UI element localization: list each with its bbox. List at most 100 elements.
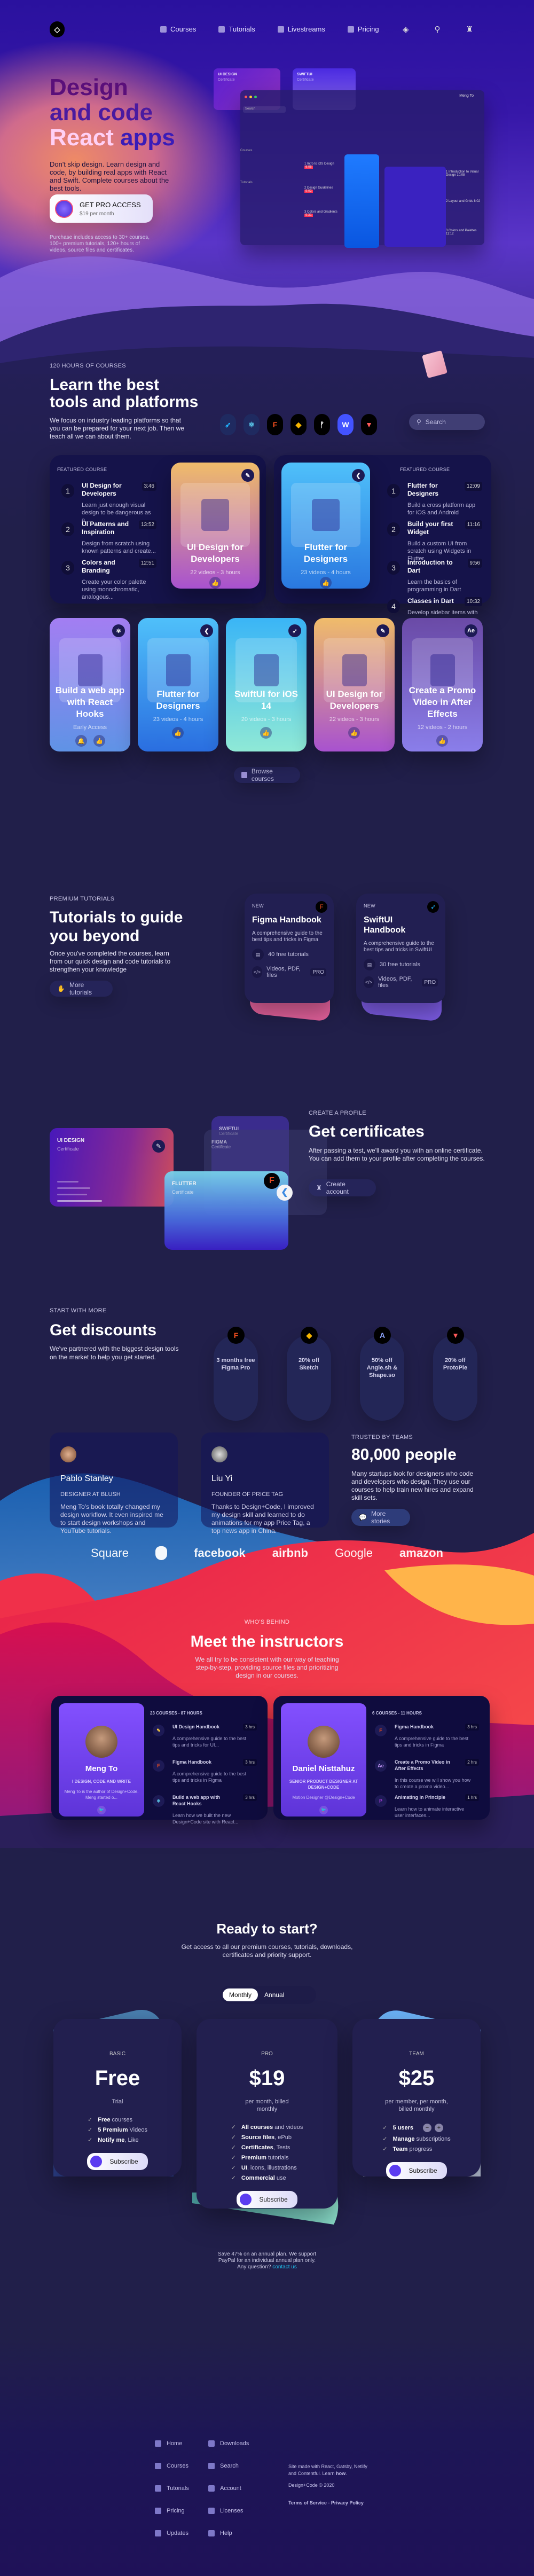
course-card[interactable]: ✎ UI Design for Developers 22 videos - 3 h…	[314, 618, 395, 751]
card-icon	[55, 199, 73, 218]
subscribe-button[interactable]: Subscribe	[87, 2153, 148, 2170]
framer-icon[interactable]: ᚠ	[314, 414, 330, 435]
lesson-item[interactable]: 2 UI Patterns and Inspiration 13:52 Design …	[61, 520, 156, 555]
plan-feature: ✓ UI, icons, illustrations	[231, 2164, 303, 2171]
more-tutorials-button[interactable]: ✋ More tutorials	[50, 981, 113, 997]
footer-link-courses[interactable]: Courses	[155, 2463, 208, 2469]
footer-link-help[interactable]: Help	[208, 2530, 262, 2536]
footer-link-pricing[interactable]: Pricing	[155, 2508, 208, 2514]
like-icon[interactable]: 👍	[260, 727, 272, 739]
instructor-card: Meng To I DESIGN, CODE AND WRITE Meng To i…	[51, 1696, 268, 1825]
plan-name: BASIC	[109, 2051, 125, 2057]
plan-price: Free	[95, 2066, 140, 2090]
like-icon[interactable]: 👍	[320, 577, 332, 589]
discount-card[interactable]: ◆ 20% off Sketch	[287, 1327, 331, 1421]
twitter-icon[interactable]: 🐦	[97, 1806, 106, 1814]
nav-tutorials[interactable]: Tutorials	[218, 25, 255, 33]
create-account-button[interactable]: ♜ Create account	[309, 1179, 376, 1196]
protopie-icon[interactable]: ▼	[361, 414, 377, 435]
increment-button[interactable]: +	[435, 2124, 444, 2132]
lesson-item[interactable]: 4 Classes in Dart 10:32 Develop sidebar ite…	[387, 597, 482, 616]
subscribe-button[interactable]: Subscribe	[386, 2162, 447, 2179]
account-icon[interactable]: ♜	[466, 25, 473, 34]
section-description: Once you've completed the courses, learn…	[50, 950, 171, 973]
course-title: Flutter for Designers	[156, 689, 200, 711]
toggle-monthly[interactable]: Monthly	[223, 1988, 258, 2001]
react-icon[interactable]: ⚛	[244, 414, 260, 435]
terms-link[interactable]: Terms of Service	[288, 2500, 327, 2505]
webflow-icon[interactable]: W	[337, 414, 354, 435]
lesson-item[interactable]: 2 Build your first Widget 11:16 Build a cus…	[387, 520, 482, 562]
course-search-input[interactable]: ⚲ Search	[409, 414, 485, 430]
discount-text: 20% off Sketch	[298, 1357, 320, 1371]
feature-strong: Team	[392, 2146, 408, 2152]
nav-pricing[interactable]: Pricing	[347, 25, 379, 33]
search-icon[interactable]: ⚲	[435, 25, 441, 34]
feature-strong: Notify me	[98, 2137, 125, 2143]
decrement-button[interactable]: −	[423, 2124, 432, 2132]
course-hours: 2 hrs	[465, 1759, 479, 1766]
footer-link-updates[interactable]: Updates	[155, 2530, 208, 2536]
like-icon[interactable]: 👍	[436, 735, 448, 747]
like-icon[interactable]: 👍	[348, 727, 360, 739]
lesson-item[interactable]: 1 UI Design for Developers 3:46 Learn just …	[61, 482, 156, 524]
footer-link-downloads[interactable]: Downloads	[208, 2440, 262, 2447]
nav-courses[interactable]: Courses	[160, 25, 196, 33]
browse-courses-button[interactable]: Browse courses	[234, 767, 300, 783]
tutorial-card[interactable]: NEW F Figma Handbook A comprehensive guide …	[245, 894, 334, 1003]
get-pro-access-button[interactable]: GET PRO ACCESS $19 per month	[50, 194, 153, 223]
facebook-logo: facebook	[194, 1546, 246, 1560]
logo[interactable]: ◇	[50, 21, 65, 37]
lesson-number: 4	[387, 599, 400, 613]
lesson-item[interactable]: 3 Colors and Branding 12:51 Create your col…	[61, 559, 156, 601]
toggle-annual[interactable]: Annual	[264, 1991, 284, 1999]
pricing-title: Ready to start?	[216, 1921, 318, 1937]
course-card[interactable]: Ae Create a Promo Video in After Effects 1…	[402, 618, 483, 751]
featured-course-cover[interactable]: ✎ UI Design for Developers 22 videos - 3 h…	[171, 463, 260, 589]
plan-feature: ✓ Manage subscriptions	[382, 2135, 450, 2142]
featured-course-cover[interactable]: ❮ Flutter for Designers 23 videos - 4 hour…	[281, 463, 370, 589]
footer-link-label: Updates	[167, 2530, 189, 2536]
twitter-icon[interactable]: 🐦	[319, 1806, 328, 1814]
footer-link-account[interactable]: Account	[208, 2485, 262, 2492]
swift-icon[interactable]: ➶	[220, 414, 236, 435]
course-icon: ✎	[153, 1725, 164, 1736]
media-text: Videos, PDF, files	[266, 966, 301, 978]
like-icon[interactable]: 👍	[93, 735, 105, 747]
footer-link-home[interactable]: Home	[155, 2440, 208, 2447]
feature-text: , Tests	[273, 2144, 290, 2151]
downloads-icon[interactable]: ◈	[403, 25, 409, 34]
subscribe-button[interactable]: Subscribe	[237, 2191, 297, 2208]
section-label: CREATE A PROFILE	[309, 1110, 366, 1116]
count-text: 40 free tutorials	[268, 951, 309, 958]
sketch-icon[interactable]: ◆	[290, 414, 307, 435]
more-stories-button[interactable]: 💬 More stories	[351, 1509, 410, 1526]
lesson-time: 10:08	[457, 174, 465, 177]
footer-link-search[interactable]: Search	[208, 2463, 262, 2469]
lesson-item[interactable]: 3 Introduction to Dart 9:56 Learn the basic…	[387, 559, 482, 593]
lesson-title: Introduction to Dart	[407, 559, 453, 574]
tutorial-card[interactable]: NEW ➶ SwiftUI Handbook A comprehensive guid…	[356, 894, 445, 1003]
like-icon[interactable]: 👍	[172, 727, 184, 739]
course-card[interactable]: ⚛ Build a web app with React Hooks Early A…	[50, 618, 130, 751]
instructor-course-count: 6 COURSES - 11 HOURS	[372, 1711, 422, 1716]
discount-card[interactable]: A 50% off Angle.sh & Shape.so	[360, 1327, 404, 1421]
plan-features: ✓ Free courses ✓ 5 Premium Videos ✓ Notify me…	[88, 2113, 147, 2143]
lesson-item[interactable]: 1 Flutter for Designers 12:09 Build a cross…	[387, 482, 482, 516]
privacy-link[interactable]: Privacy Policy	[331, 2500, 364, 2505]
discount-card[interactable]: F 3 months free Figma Pro	[214, 1327, 258, 1421]
discount-card[interactable]: ▼ 20% off ProtoPie	[433, 1327, 477, 1421]
course-stats: 23 videos - 4 hours	[301, 569, 351, 576]
learn-how-link[interactable]: how	[336, 2471, 345, 2476]
like-icon[interactable]: 👍	[209, 577, 221, 589]
course-card[interactable]: ➶ SwiftUI for iOS 14 20 videos - 3 hours 👍	[226, 618, 307, 751]
course-card[interactable]: ❮ Flutter for Designers 23 videos - 4 hour…	[138, 618, 218, 751]
course-hours: 3 hrs	[243, 1724, 257, 1731]
nav-livestreams[interactable]: Livestreams	[277, 25, 325, 33]
contact-us-link[interactable]: contact us	[272, 2264, 297, 2270]
footer-link-licenses[interactable]: Licenses	[208, 2508, 262, 2514]
figma-icon[interactable]: F	[267, 414, 283, 435]
footer-link-tutorials[interactable]: Tutorials	[155, 2485, 208, 2492]
section-description: We all try to be consistent with our way…	[195, 1656, 339, 1679]
notify-icon[interactable]: 🔔	[75, 735, 87, 747]
